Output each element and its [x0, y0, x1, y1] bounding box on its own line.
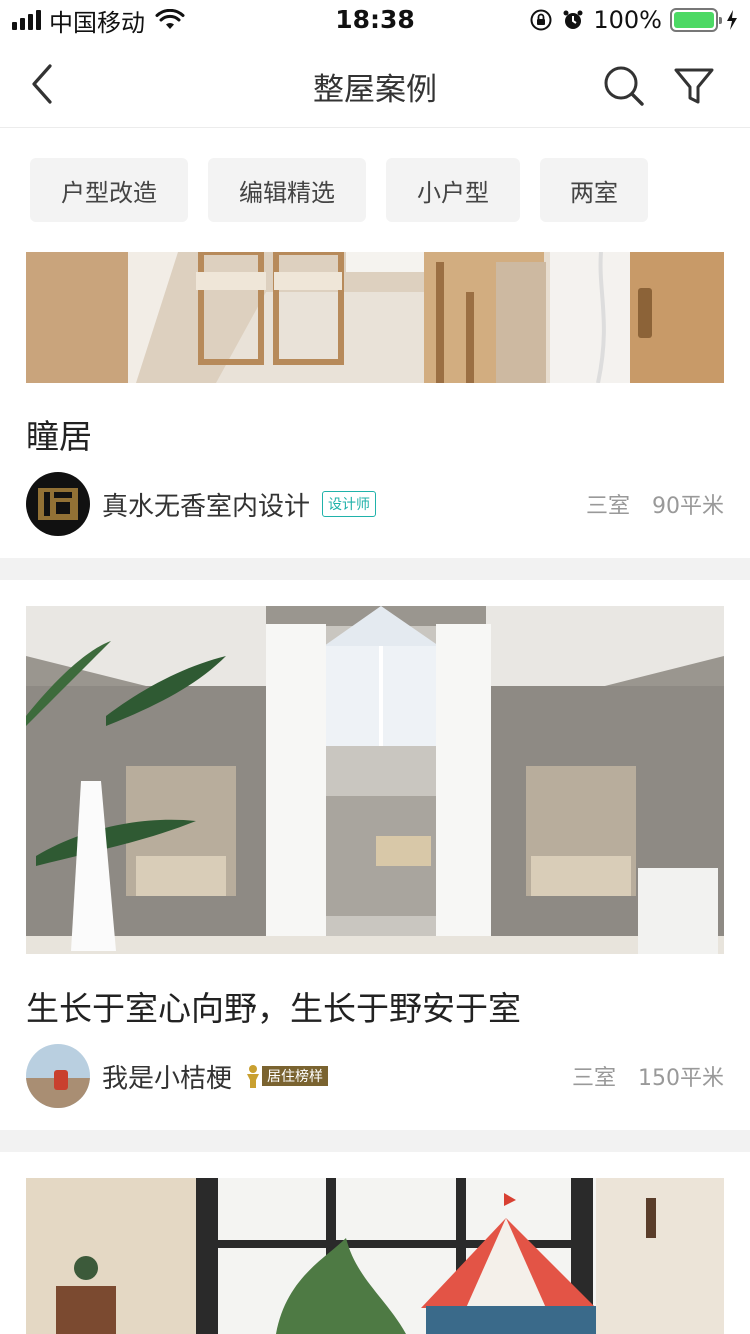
search-icon[interactable]	[600, 62, 648, 110]
floor-area: 150平米	[638, 1066, 724, 1091]
divider	[0, 558, 750, 580]
living-model-badge: 居住榜样	[244, 1064, 329, 1088]
avatar[interactable]	[26, 1044, 90, 1108]
avatar[interactable]	[26, 472, 90, 536]
room-count: 三室	[571, 1066, 616, 1091]
chip-small-unit[interactable]: 小户型	[386, 158, 520, 222]
chip-editor-picks[interactable]: 编辑精选	[208, 158, 366, 222]
author-name[interactable]: 我是小桔梗	[102, 1058, 232, 1095]
battery-percent: 100%	[593, 6, 662, 34]
case-title[interactable]: 瞳居	[26, 410, 92, 458]
status-bar: 中国移动 18:38 100%	[0, 0, 750, 40]
filter-icon[interactable]	[670, 62, 718, 110]
alarm-icon	[563, 10, 583, 29]
case-image[interactable]	[26, 606, 724, 954]
room-count: 三室	[585, 494, 630, 519]
case-meta: 我是小桔梗 居住榜样 三室 150平米	[26, 1044, 724, 1108]
case-image[interactable]	[26, 252, 724, 383]
case-image[interactable]	[26, 1178, 724, 1334]
designer-badge: 设计师	[322, 491, 377, 517]
nav-bar: 整屋案例	[0, 40, 750, 128]
charging-icon	[727, 10, 737, 30]
battery-icon	[670, 8, 722, 32]
chip-layout-renovation[interactable]: 户型改造	[30, 158, 188, 222]
person-icon	[247, 1065, 260, 1088]
case-meta: 真水无香室内设计 设计师 三室 90平米	[26, 472, 724, 536]
case-title[interactable]: 生长于室心向野，生长于野安于室	[26, 982, 521, 1030]
filter-chips: 户型改造 编辑精选 小户型 两室	[30, 158, 648, 222]
author-name[interactable]: 真水无香室内设计	[102, 486, 310, 523]
divider	[0, 1130, 750, 1152]
chip-two-rooms[interactable]: 两室	[540, 158, 648, 222]
orientation-lock-icon	[530, 9, 552, 31]
floor-area: 90平米	[652, 494, 724, 519]
